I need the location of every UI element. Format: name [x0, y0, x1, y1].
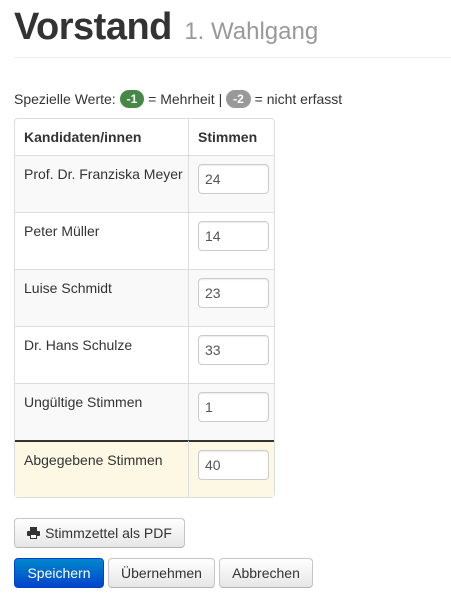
table-header-row: Kandidaten/innen Stimmen — [15, 119, 274, 155]
unrecorded-text: = nicht erfasst — [254, 91, 343, 107]
invalid-votes-label: Ungültige Stimmen — [15, 383, 188, 440]
table-row: Peter Müller — [15, 212, 274, 269]
table-row: Luise Schmidt — [15, 269, 274, 326]
majority-badge: -1 — [119, 90, 145, 108]
cast-votes-label: Abgegebene Stimmen — [15, 440, 188, 497]
votes-input[interactable] — [198, 335, 269, 365]
table-row-total: Abgegebene Stimmen — [15, 440, 274, 497]
candidate-name: Dr. Hans Schulze — [15, 326, 188, 383]
print-icon — [27, 527, 41, 539]
cancel-button[interactable]: Abbrechen — [219, 558, 313, 588]
candidate-name: Peter Müller — [15, 212, 188, 269]
apply-button[interactable]: Übernehmen — [108, 558, 215, 588]
ballot-pdf-label: Stimmzettel als PDF — [45, 525, 172, 541]
votes-table: Kandidaten/innen Stimmen Prof. Dr. Franz… — [14, 118, 275, 498]
table-row-invalid: Ungültige Stimmen — [15, 383, 274, 440]
votes-input[interactable] — [198, 278, 269, 308]
table-row: Prof. Dr. Franziska Meyer — [15, 155, 274, 212]
unrecorded-badge: -2 — [226, 90, 251, 108]
invalid-votes-input[interactable] — [198, 392, 269, 422]
votes-input[interactable] — [198, 164, 269, 194]
votes-input[interactable] — [198, 221, 269, 251]
column-header-candidates: Kandidaten/innen — [24, 129, 142, 145]
column-header-votes: Stimmen — [188, 119, 274, 155]
special-values-legend: Spezielle Werte: -1 = Mehrheit | -2 = ni… — [14, 90, 342, 108]
header-divider — [14, 57, 451, 58]
ballot-pdf-button[interactable]: Stimmzettel als PDF — [14, 518, 185, 548]
page-subtitle: 1. Wahlgang — [184, 18, 319, 45]
special-values-label: Spezielle Werte: — [14, 91, 116, 107]
cast-votes-input[interactable] — [198, 450, 269, 480]
candidate-name: Prof. Dr. Franziska Meyer — [15, 155, 188, 212]
page-header: Vorstand 1. Wahlgang — [14, 6, 318, 49]
candidate-name: Luise Schmidt — [15, 269, 188, 326]
majority-text: = Mehrheit | — [148, 91, 223, 107]
table-row: Dr. Hans Schulze — [15, 326, 274, 383]
page-title: Vorstand — [14, 6, 172, 48]
save-button[interactable]: Speichern — [14, 558, 104, 588]
